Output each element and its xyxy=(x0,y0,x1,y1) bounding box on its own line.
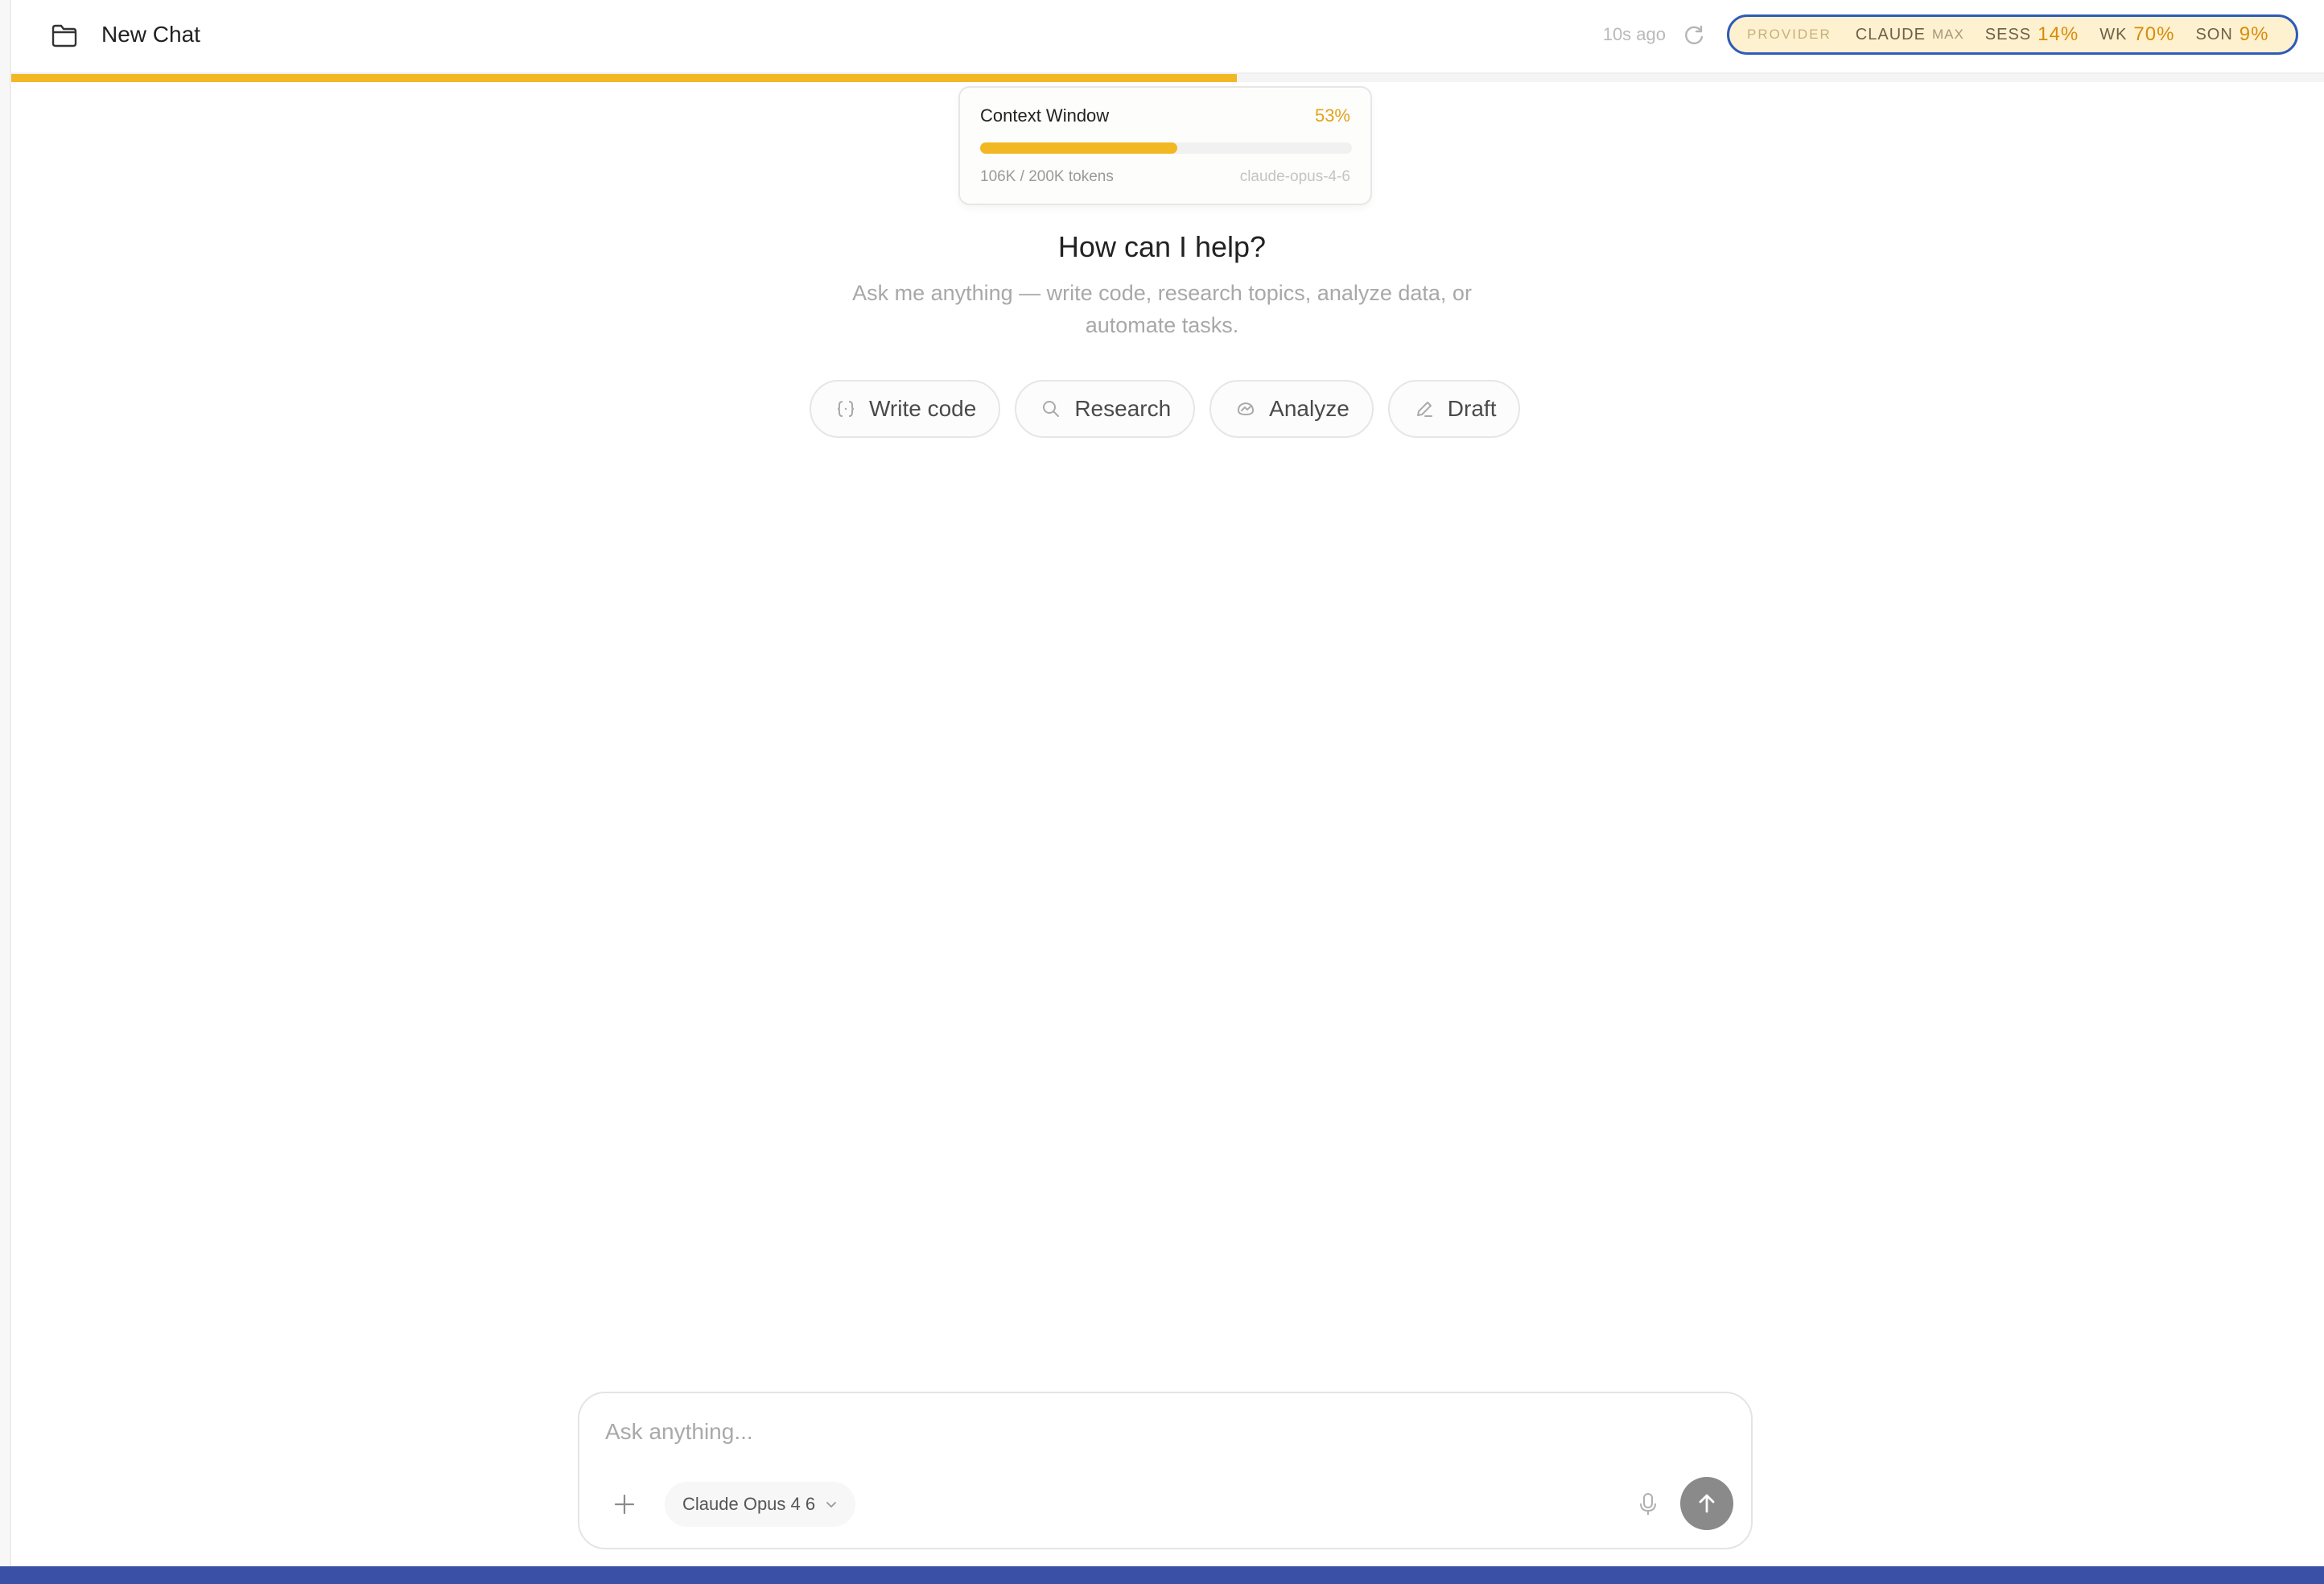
suggestion-analyze-button[interactable]: Analyze xyxy=(1209,380,1374,438)
session-usage-value: 14% xyxy=(2038,23,2079,45)
welcome-heading: How can I help? xyxy=(1057,230,1267,263)
braces-icon xyxy=(834,397,858,421)
left-sidebar-edge xyxy=(0,0,11,1566)
suggestion-label: Analyze xyxy=(1269,396,1349,421)
suggestion-label: Write code xyxy=(869,396,977,421)
context-window-tokens: 106K / 200K tokens xyxy=(980,168,1114,185)
search-icon xyxy=(1039,397,1063,421)
arrow-up-icon xyxy=(1699,1494,1715,1513)
context-progress-fill xyxy=(11,74,1238,82)
attach-plus-icon[interactable] xyxy=(608,1488,641,1520)
message-input[interactable] xyxy=(605,1416,1716,1448)
context-window-model: claude-opus-4-6 xyxy=(1239,168,1350,185)
sonnet-usage-label: SON xyxy=(2195,25,2233,43)
provider-label: PROVIDER xyxy=(1747,27,1832,42)
desktop-background-strip xyxy=(0,1566,2324,1584)
model-selector-button[interactable]: Claude Opus 4 6 xyxy=(665,1482,856,1527)
session-usage-label: SESS xyxy=(1984,25,2032,43)
welcome-subtitle: Ask me anything — write code, research t… xyxy=(852,281,1472,337)
provider-name: CLAUDE xyxy=(1855,25,1926,43)
top-bar: New Chat 10s ago PROVIDER CLAUDE MAX SES… xyxy=(11,0,2324,74)
context-window-meter xyxy=(980,142,1352,154)
suggestion-label: Draft xyxy=(1447,396,1497,421)
suggestion-draft-button[interactable]: Draft xyxy=(1387,380,1521,438)
chat-title: New Chat xyxy=(101,22,200,47)
last-updated-text: 10s ago xyxy=(1602,24,1666,44)
suggestion-research-button[interactable]: Research xyxy=(1015,380,1196,438)
send-button[interactable] xyxy=(1680,1477,1733,1530)
pencil-icon xyxy=(1412,397,1436,421)
microphone-icon[interactable] xyxy=(1632,1488,1664,1520)
suggestion-write-code-button[interactable]: Write code xyxy=(810,380,1001,438)
context-window-title: Context Window xyxy=(980,105,1110,126)
chevron-down-icon xyxy=(825,1498,838,1511)
chart-icon xyxy=(1234,397,1258,421)
context-window-percent: 53% xyxy=(1314,105,1350,126)
context-progress-bar[interactable] xyxy=(11,74,2324,82)
sonnet-usage-value: 9% xyxy=(2239,23,2269,45)
model-selector-label: Claude Opus 4 6 xyxy=(682,1494,816,1514)
refresh-icon[interactable] xyxy=(1678,19,1710,52)
message-composer: Claude Opus 4 6 xyxy=(578,1392,1753,1549)
provider-tier: MAX xyxy=(1931,27,1964,42)
app-window: New Chat 10s ago PROVIDER CLAUDE MAX SES… xyxy=(0,0,2324,1584)
suggestion-label: Research xyxy=(1074,396,1172,421)
provider-usage-badge[interactable]: PROVIDER CLAUDE MAX SESS 14% WK 70% SON … xyxy=(1727,14,2298,55)
context-window-meter-fill xyxy=(980,142,1177,154)
suggestion-chips: Write code Research Analyze Draft xyxy=(810,380,1521,438)
folder-icon[interactable] xyxy=(45,18,84,53)
weekly-usage-value: 70% xyxy=(2133,23,2175,45)
weekly-usage-label: WK xyxy=(2099,25,2128,43)
context-window-popover: Context Window 53% 106K / 200K tokens cl… xyxy=(958,86,1372,205)
